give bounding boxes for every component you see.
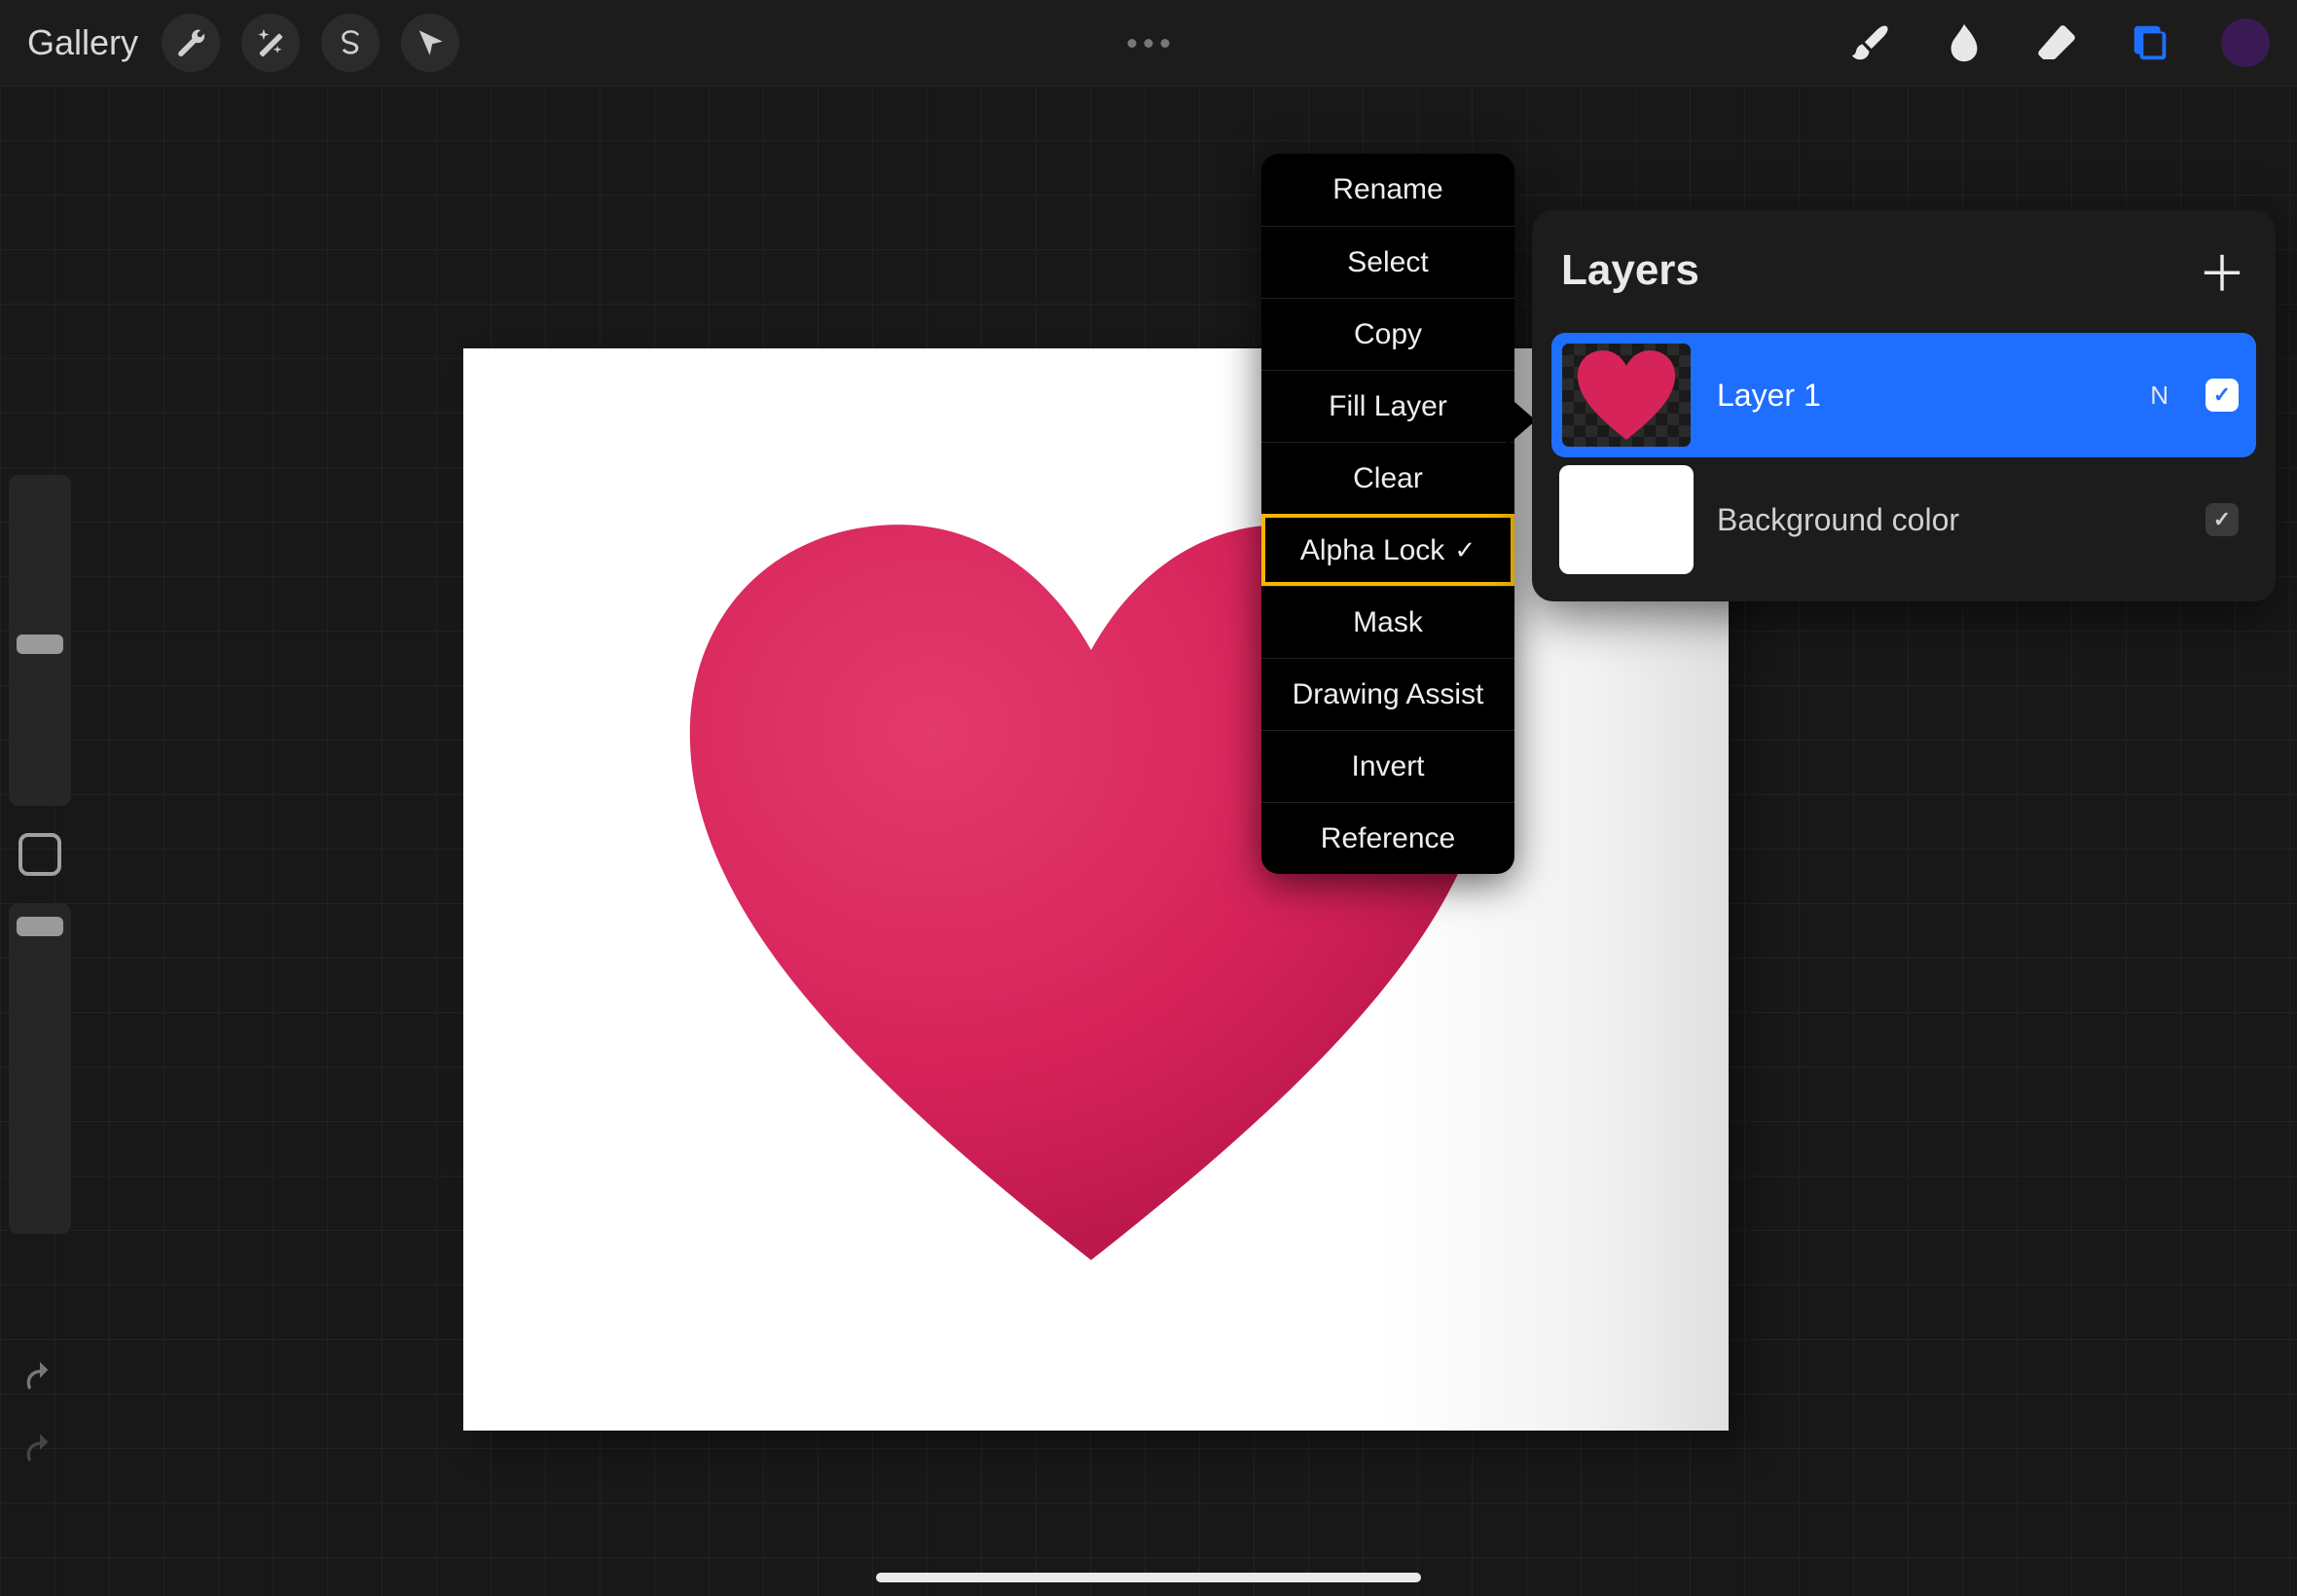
ctx-rename[interactable]: Rename [1261,154,1514,226]
wrench-icon [174,26,207,59]
adjustments-icon[interactable] [241,14,300,72]
home-indicator [876,1573,1421,1582]
smudge-tool[interactable] [1941,19,1987,66]
slider-thumb[interactable] [17,635,63,654]
slider-thumb[interactable] [17,917,63,936]
dot-icon [1145,39,1153,48]
undo-redo-group [0,1359,80,1469]
layers-title: Layers [1561,246,1699,295]
right-tools [1847,18,2270,67]
layer-row[interactable]: Background color ✓ [1551,457,2256,582]
ctx-drawing-assist[interactable]: Drawing Assist [1261,658,1514,730]
brush-icon [1848,20,1893,65]
ctx-alpha-lock[interactable]: Alpha Lock✓ [1261,514,1514,586]
top-toolbar: Gallery [0,0,2297,86]
eraser-tool[interactable] [2034,19,2081,66]
layer-name: Background color [1717,502,2182,538]
blend-mode-label[interactable]: N [2150,381,2169,411]
workspace[interactable]: Rename Select Copy Fill Layer Clear Alph… [0,86,2297,1596]
smudge-icon [1942,20,1987,65]
layer-thumbnail [1559,341,1694,450]
left-sidebar [0,475,80,1234]
gallery-button[interactable]: Gallery [27,22,138,63]
ctx-invert[interactable]: Invert [1261,730,1514,802]
redo-icon[interactable] [20,1431,59,1469]
layer-row[interactable]: Layer 1 N ✓ [1551,333,2256,457]
selection-icon[interactable] [321,14,380,72]
ctx-select[interactable]: Select [1261,226,1514,298]
s-icon [334,26,367,59]
layers-icon [2129,20,2173,65]
layer-visible-checkbox[interactable]: ✓ [2206,503,2239,536]
add-layer-button[interactable]: ＋ [2198,236,2246,306]
ctx-clear[interactable]: Clear [1261,442,1514,514]
brush-opacity-slider[interactable] [9,903,71,1234]
layers-tool[interactable] [2128,19,2174,66]
wand-icon [254,26,287,59]
more-menu[interactable] [1128,39,1170,48]
dot-icon [1161,39,1170,48]
arrow-cursor-icon [414,26,447,59]
layer-thumbnail [1559,465,1694,574]
ctx-copy[interactable]: Copy [1261,298,1514,370]
dot-icon [1128,39,1137,48]
layers-panel: Layers ＋ Layer 1 N ✓ Background color ✓ [1532,210,2276,601]
brush-tool[interactable] [1847,19,1894,66]
layer-name: Layer 1 [1717,378,2127,414]
ctx-mask[interactable]: Mask [1261,586,1514,658]
layer-context-menu: Rename Select Copy Fill Layer Clear Alph… [1261,154,1514,874]
ctx-fill-layer[interactable]: Fill Layer [1261,370,1514,442]
ctx-reference[interactable]: Reference [1261,802,1514,874]
color-picker[interactable] [2221,18,2270,67]
undo-icon[interactable] [20,1359,59,1397]
transform-icon[interactable] [401,14,459,72]
layer-visible-checkbox[interactable]: ✓ [2206,379,2239,412]
check-icon: ✓ [1454,535,1476,565]
brush-size-slider[interactable] [9,475,71,806]
modify-button[interactable] [18,833,61,876]
actions-icon[interactable] [162,14,220,72]
eraser-icon [2035,20,2080,65]
